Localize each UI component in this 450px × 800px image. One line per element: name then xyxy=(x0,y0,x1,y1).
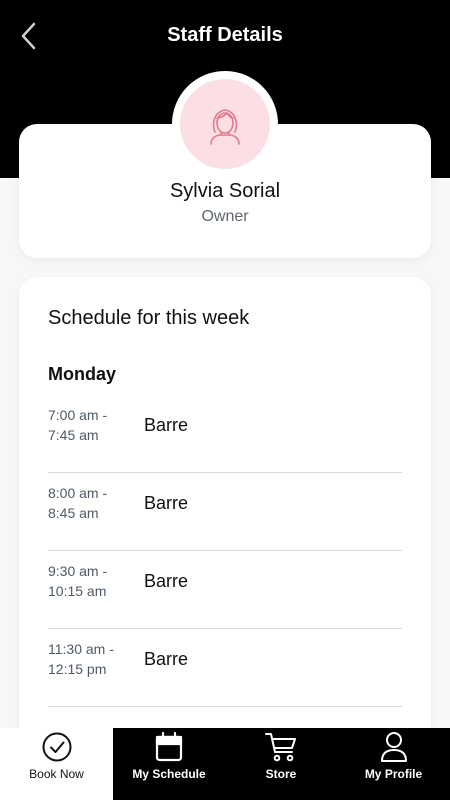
calendar-icon xyxy=(155,731,183,762)
session-class: Barre xyxy=(144,649,189,669)
session-class: Barre xyxy=(144,571,189,591)
page-title: Staff Details xyxy=(167,24,283,46)
tab-label: Store xyxy=(265,767,297,781)
session-start: 8:00 am - xyxy=(48,485,108,501)
session-time: 8:00 am - 8:45 am xyxy=(48,483,138,523)
woman-avatar-icon xyxy=(210,109,240,145)
session-end: 10:15 am xyxy=(48,583,107,599)
tab-store[interactable]: Store xyxy=(225,728,337,800)
session-list: 7:00 am - 7:45 am Barre 8:00 am - 8:45 a… xyxy=(48,395,402,707)
check-circle-icon xyxy=(42,732,71,762)
session-time: 9:30 am - 10:15 am xyxy=(48,561,138,601)
bottom-tab-bar: Book Now My Schedule Store My Profile xyxy=(0,728,450,800)
session-end: 8:45 am xyxy=(48,505,99,521)
session-row[interactable]: 8:00 am - 8:45 am Barre xyxy=(48,473,402,551)
session-start: 11:30 am - xyxy=(48,641,114,657)
session-start: 9:30 am - xyxy=(48,563,108,579)
tab-book-now[interactable]: Book Now xyxy=(0,728,113,800)
session-start: 7:00 am - xyxy=(48,407,108,423)
session-end: 12:15 pm xyxy=(48,661,107,677)
staff-role: Owner xyxy=(201,208,249,225)
user-icon xyxy=(380,732,407,762)
cart-icon xyxy=(265,733,296,762)
tab-label: My Schedule xyxy=(132,767,206,781)
session-end: 7:45 am xyxy=(48,427,99,443)
avatar-circle xyxy=(180,79,270,169)
session-time: 7:00 am - 7:45 am xyxy=(48,405,138,445)
tab-my-profile[interactable]: My Profile xyxy=(337,728,450,800)
tab-label: My Profile xyxy=(364,767,423,781)
session-class: Barre xyxy=(144,493,189,513)
schedule-title: Schedule for this week xyxy=(48,307,250,329)
session-time: 11:30 am - 12:15 pm xyxy=(48,639,138,679)
day-label: Monday xyxy=(48,364,117,384)
staff-name: Sylvia Sorial xyxy=(169,180,281,202)
session-class: Barre xyxy=(144,415,189,435)
tab-label: Book Now xyxy=(29,767,84,781)
tab-my-schedule[interactable]: My Schedule xyxy=(113,728,225,800)
session-row[interactable]: 7:00 am - 7:45 am Barre xyxy=(48,395,402,473)
avatar xyxy=(172,71,278,177)
schedule-card: Schedule for this week Monday 7:00 am - … xyxy=(19,277,431,747)
session-row[interactable]: 9:30 am - 10:15 am Barre xyxy=(48,551,402,629)
session-row[interactable]: 11:30 am - 12:15 pm Barre xyxy=(48,629,402,707)
